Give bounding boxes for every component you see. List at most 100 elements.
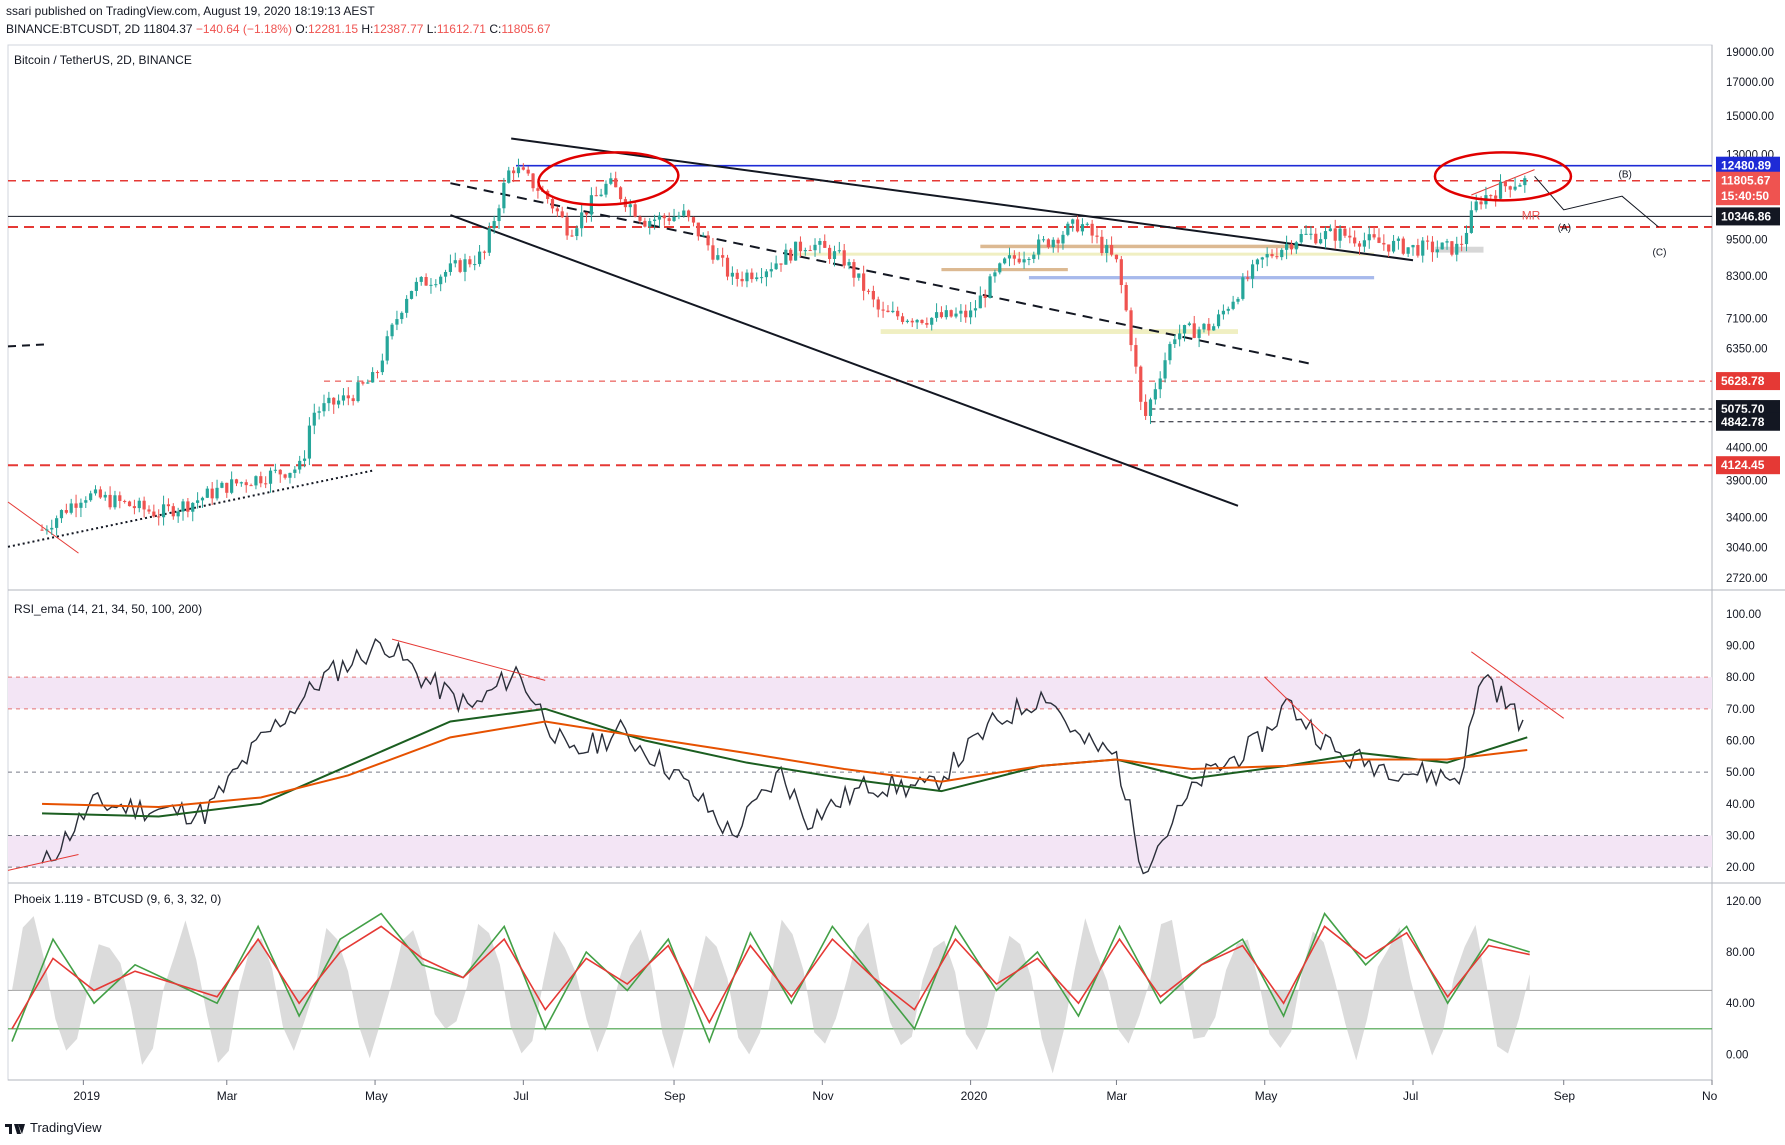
candle-body: [614, 178, 618, 188]
candle-body: [45, 529, 49, 531]
candle-body: [380, 360, 384, 373]
candle-body: [361, 382, 365, 384]
candle-body: [1421, 240, 1425, 256]
candle-body: [1309, 233, 1313, 235]
candle-body: [711, 245, 715, 260]
candle-body: [336, 400, 341, 405]
candle-body: [1182, 325, 1187, 334]
time-tick-label: Jul: [1403, 1089, 1418, 1103]
candle-body: [657, 215, 662, 220]
candle-body: [492, 221, 496, 229]
candle-body: [983, 295, 987, 299]
candle-body: [939, 312, 944, 318]
rsi-tick-label: 20.00: [1726, 862, 1755, 874]
candle-body: [89, 493, 93, 501]
candle-body: [79, 502, 83, 508]
candle-body: [930, 317, 934, 325]
candle-body: [618, 187, 623, 200]
candle-body: [147, 509, 151, 512]
candle-body: [531, 173, 535, 189]
phoeix-tick-label: 120.00: [1726, 896, 1761, 908]
candle-body: [400, 312, 404, 320]
candle-body: [259, 476, 263, 484]
candle-body: [390, 324, 394, 337]
candle-body: [113, 495, 117, 508]
candle-body: [575, 228, 579, 237]
candle-body: [176, 511, 180, 517]
candle-body: [414, 281, 418, 291]
time-tick-label: No: [1702, 1089, 1718, 1103]
candle-body: [696, 222, 700, 237]
candle-body: [1178, 333, 1182, 340]
candle-body: [1265, 254, 1269, 258]
candle-body: [1285, 244, 1289, 250]
candle-body: [132, 506, 137, 509]
candle-body: [964, 310, 968, 318]
candle-body: [1012, 255, 1016, 259]
candles-group: [40, 158, 1527, 536]
candle-body: [769, 269, 773, 272]
candle-body: [1372, 234, 1376, 238]
candle-body: [482, 251, 487, 253]
rsi-overbought-band: [8, 677, 1712, 709]
pane-title-price: Bitcoin / TetherUS, 2D, BINANCE: [14, 53, 192, 67]
price-tick-label: 19000.00: [1726, 47, 1774, 59]
candle-body: [1231, 301, 1235, 309]
candle-body: [254, 476, 258, 486]
candle-body: [862, 273, 866, 291]
candle-body: [1080, 224, 1085, 232]
candle-body: [1007, 255, 1012, 259]
rsi-divergence-line: [391, 638, 546, 681]
rsi-series-ema_slow: [42, 720, 1528, 809]
candle-body: [721, 255, 725, 258]
chart-canvas[interactable]: Bitcoin / TetherUS, 2D, BINANCE 19000.00 1…: [0, 0, 1785, 1145]
candle-body: [832, 251, 837, 260]
candle-body: [1075, 219, 1080, 232]
candle-body: [487, 228, 491, 253]
candle-body: [1314, 233, 1318, 244]
candle-body: [1508, 186, 1512, 190]
candle-body: [84, 500, 88, 503]
candle-body: [103, 494, 107, 498]
candle-body: [580, 212, 584, 229]
candle-body: [886, 310, 890, 313]
candle-body: [1202, 323, 1206, 330]
candle-body: [1071, 219, 1075, 224]
candle-body: [633, 204, 637, 217]
candle-body: [808, 250, 812, 252]
candle-body: [1489, 195, 1493, 197]
candle-body: [672, 216, 676, 221]
candle-body: [1032, 254, 1036, 259]
candle-body: [293, 469, 297, 473]
price-tick-label: 17000.00: [1726, 77, 1774, 89]
candle-body: [215, 487, 219, 499]
phoeix-tick-label: 40.00: [1726, 998, 1755, 1010]
price-tick-label: 3040.00: [1726, 543, 1768, 555]
candle-body: [205, 488, 209, 498]
candle-body: [905, 320, 910, 322]
candle-body: [439, 276, 443, 285]
price-tick-label: 2720.00: [1726, 573, 1768, 585]
rsi-tick-label: 50.00: [1726, 767, 1755, 779]
candle-body: [283, 474, 287, 478]
candle-body: [779, 263, 783, 265]
candle-body: [225, 482, 229, 493]
time-tick-label: 2019: [73, 1089, 100, 1103]
price-tick-label: 4400.00: [1726, 443, 1768, 455]
candle-body: [230, 479, 234, 493]
candle-body: [1270, 254, 1274, 257]
candle-body: [288, 472, 292, 478]
candle-body: [302, 458, 307, 461]
price-tick-label: 7100.00: [1726, 313, 1768, 325]
wave-label-c: (C): [1653, 248, 1667, 259]
phoeix-tick-label: 0.00: [1726, 1049, 1748, 1061]
candle-body: [925, 323, 929, 325]
candle-body: [1241, 277, 1245, 299]
candle-body: [866, 290, 871, 292]
candle-body: [181, 501, 185, 512]
candle-body: [317, 411, 321, 413]
candle-body: [434, 284, 438, 286]
candle-body: [813, 244, 817, 251]
candle-body: [1460, 243, 1464, 245]
candle-body: [915, 319, 919, 323]
